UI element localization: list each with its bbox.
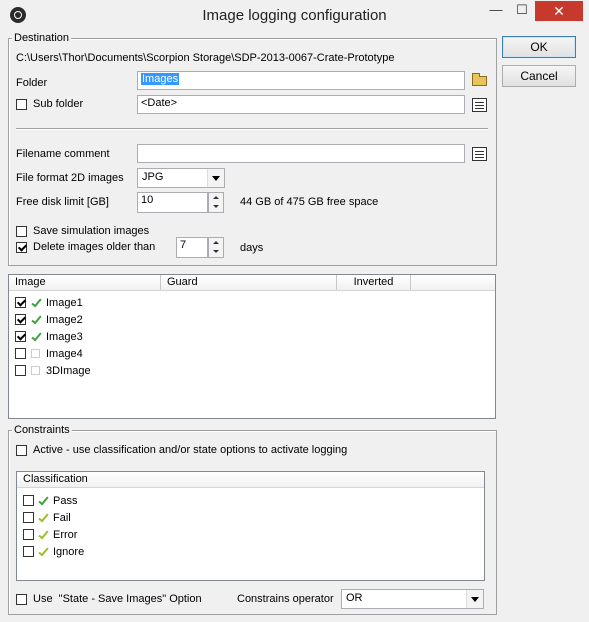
folder-label: Folder xyxy=(16,77,48,89)
table-row[interactable]: Image3 xyxy=(9,329,495,345)
sub-folder-input[interactable]: <Date> xyxy=(137,95,465,114)
folder-open-icon xyxy=(472,73,487,86)
filename-comment-options-button[interactable] xyxy=(470,144,490,164)
classification-header[interactable]: Classification xyxy=(17,472,484,487)
cancel-button[interactable]: Cancel xyxy=(502,65,576,87)
row-label: 3DImage xyxy=(46,365,91,377)
properties-icon xyxy=(472,147,487,161)
delete-older-unit: days xyxy=(240,242,264,254)
file-format-label: File format 2D images xyxy=(16,172,124,184)
list-item[interactable]: Ignore xyxy=(17,544,484,560)
constraints-legend: Constraints xyxy=(12,424,72,436)
use-state-label: Use "State - Save Images" Option xyxy=(33,593,202,605)
table-row[interactable]: Image4 xyxy=(9,346,495,362)
filename-comment-label: Filename comment xyxy=(16,148,110,160)
table-row[interactable]: Image1 xyxy=(9,295,495,311)
checkmark-icon xyxy=(31,332,41,342)
chevron-down-icon[interactable] xyxy=(466,590,483,608)
ok-button[interactable]: OK xyxy=(502,36,576,58)
classification-checkbox[interactable] xyxy=(23,512,34,523)
list-item[interactable]: Pass xyxy=(17,493,484,509)
active-label: Active - use classification and/or state… xyxy=(33,444,348,456)
minimize-button[interactable]: — xyxy=(483,1,509,21)
checkmark-icon xyxy=(38,547,48,557)
sub-folder-checkbox[interactable] xyxy=(16,99,27,110)
divider xyxy=(16,128,488,129)
folder-input[interactable]: Images xyxy=(137,71,465,90)
filename-comment-input[interactable] xyxy=(137,144,465,163)
table-row[interactable]: Image2 xyxy=(9,312,495,328)
use-state-checkbox[interactable] xyxy=(16,594,27,605)
row-checkbox[interactable] xyxy=(15,365,26,376)
sub-folder-options-button[interactable] xyxy=(470,95,490,115)
operator-label: Constrains operator xyxy=(237,593,334,605)
spin-up-icon[interactable] xyxy=(213,241,219,244)
checkmark-icon xyxy=(38,513,48,523)
destination-path: C:\Users\Thor\Documents\Scorpion Storage… xyxy=(16,52,395,64)
close-button[interactable]: ✕ xyxy=(535,1,583,21)
delete-older-checkbox[interactable] xyxy=(16,242,27,253)
maximize-button[interactable]: ☐ xyxy=(509,1,535,21)
free-disk-label: Free disk limit [GB] xyxy=(16,196,109,208)
row-checkbox[interactable] xyxy=(15,314,26,325)
classification-checkbox[interactable] xyxy=(23,495,34,506)
delete-older-days-input[interactable]: 7 xyxy=(176,237,208,258)
checkmark-icon xyxy=(31,298,41,308)
chevron-down-icon[interactable] xyxy=(207,169,224,187)
column-header-filler xyxy=(411,275,495,290)
spin-down-icon[interactable] xyxy=(213,205,219,208)
free-disk-info: 44 GB of 475 GB free space xyxy=(240,196,379,208)
classification-label: Ignore xyxy=(53,546,85,558)
row-checkbox[interactable] xyxy=(15,331,26,342)
row-label: Image4 xyxy=(46,348,83,360)
classification-checkbox[interactable] xyxy=(23,529,34,540)
classification-checkbox[interactable] xyxy=(23,546,34,557)
row-label: Image3 xyxy=(46,331,83,343)
image-list[interactable]: Image Guard Inverted Image1 Image2 Image3 I… xyxy=(8,274,496,419)
table-row[interactable]: 3DImage xyxy=(9,363,495,379)
classification-label: Error xyxy=(53,529,78,541)
delete-older-spinner[interactable] xyxy=(208,237,224,258)
checkmark-icon xyxy=(31,315,41,325)
column-header-image[interactable]: Image xyxy=(9,275,161,290)
save-simulation-label: Save simulation images xyxy=(33,225,150,237)
spin-down-icon[interactable] xyxy=(213,250,219,253)
sub-folder-label: Sub folder xyxy=(33,98,84,110)
file-format-value: JPG xyxy=(142,171,164,183)
active-checkbox[interactable] xyxy=(16,445,27,456)
file-format-dropdown[interactable]: JPG xyxy=(137,168,225,188)
row-label: Image1 xyxy=(46,297,83,309)
operator-dropdown[interactable]: OR xyxy=(341,589,484,609)
save-simulation-checkbox[interactable] xyxy=(16,226,27,237)
classification-list[interactable]: Classification Pass Fail Error Ignore xyxy=(16,471,485,581)
folder-value: Images xyxy=(141,73,180,85)
classification-label: Fail xyxy=(53,512,71,524)
row-checkbox[interactable] xyxy=(15,348,26,359)
column-header-guard[interactable]: Guard xyxy=(161,275,337,290)
operator-value: OR xyxy=(346,592,363,604)
row-label: Image2 xyxy=(46,314,83,326)
browse-folder-button[interactable] xyxy=(470,71,490,91)
properties-icon xyxy=(472,98,487,112)
list-item[interactable]: Fail xyxy=(17,510,484,526)
empty-status-icon xyxy=(31,349,40,358)
row-checkbox[interactable] xyxy=(15,297,26,308)
classification-label: Pass xyxy=(53,495,78,507)
checkmark-icon xyxy=(38,530,48,540)
destination-legend: Destination xyxy=(12,32,72,44)
free-disk-spinner[interactable] xyxy=(208,192,224,213)
empty-status-icon xyxy=(31,366,40,375)
list-item[interactable]: Error xyxy=(17,527,484,543)
delete-older-label: Delete images older than xyxy=(33,241,156,253)
free-disk-input[interactable]: 10 xyxy=(137,192,208,213)
checkmark-icon xyxy=(38,496,48,506)
column-header-inverted[interactable]: Inverted xyxy=(337,275,411,290)
spin-up-icon[interactable] xyxy=(213,196,219,199)
